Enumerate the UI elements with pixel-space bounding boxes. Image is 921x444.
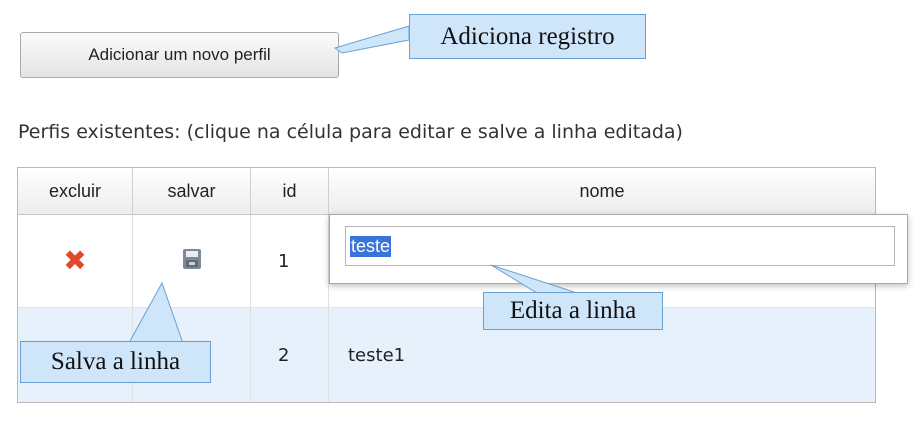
callout-add-record: Adiciona registro [409,14,646,59]
callout-edit-row: Edita a linha [483,292,663,330]
callout-save-row: Salva a linha [20,341,211,383]
